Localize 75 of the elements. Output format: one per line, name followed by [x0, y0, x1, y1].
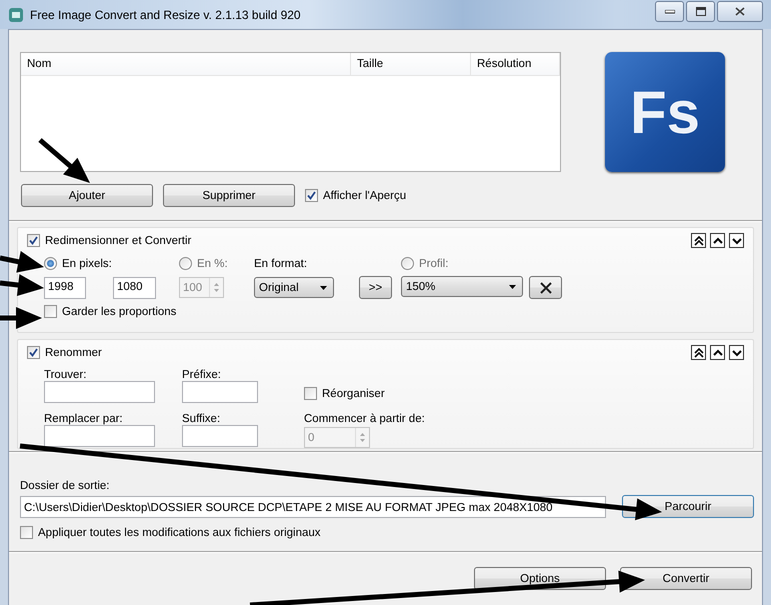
field-label: Trouver: [44, 368, 88, 381]
chevron-up-icon [712, 236, 722, 246]
close-button[interactable] [717, 1, 763, 22]
annotation-arrow [0, 307, 42, 329]
radio-button[interactable] [44, 257, 57, 270]
list-action-button[interactable]: Ajouter [21, 184, 153, 207]
width-field[interactable]: 1998 [44, 276, 86, 298]
window-title: Free Image Convert and Resize v. 2.1.13 build 920 [30, 8, 301, 22]
double-chevron-up-icon [694, 348, 704, 358]
column-header[interactable]: Taille [351, 53, 471, 75]
radio-button[interactable] [401, 257, 414, 270]
move-down-button[interactable] [729, 345, 744, 360]
checkbox[interactable] [27, 346, 40, 359]
maximize-button[interactable] [686, 1, 715, 22]
app-icon [8, 6, 24, 22]
chevron-down-icon [732, 348, 742, 358]
checkbox[interactable] [44, 305, 57, 318]
column-header[interactable]: Résolution [471, 53, 560, 75]
move-down-button[interactable] [729, 233, 744, 248]
dropdown-arrow-icon [320, 286, 327, 290]
radio-label: En pixels: [62, 258, 112, 270]
move-up-button[interactable] [710, 233, 725, 248]
chevron-up-icon [712, 348, 722, 358]
field-label: Préfixe: [182, 368, 222, 381]
radio-button[interactable] [179, 257, 192, 270]
list-action-button[interactable]: Supprimer [163, 184, 295, 207]
checkbox[interactable] [27, 234, 40, 247]
replace-field[interactable] [44, 425, 155, 447]
move-up-button[interactable] [710, 345, 725, 360]
suffix-field[interactable] [182, 425, 258, 447]
spin-up-icon [214, 283, 219, 286]
radio-label: Profil: [419, 258, 448, 270]
find-field[interactable] [44, 381, 155, 403]
spin-down-icon [360, 439, 365, 442]
collapse-button[interactable] [691, 233, 706, 248]
spin-down-icon [214, 289, 219, 292]
collapse-button[interactable] [691, 345, 706, 360]
field-label: En format: [254, 258, 308, 270]
checkbox-label: Garder les proportions [62, 306, 176, 318]
chevron-down-icon [732, 236, 742, 246]
annotation-arrow [38, 138, 90, 183]
apply-profile-button[interactable]: >> [359, 276, 392, 299]
file-list[interactable]: Nom Taille Résolution [20, 52, 561, 172]
field-label: Dossier de sortie: [20, 480, 110, 492]
app-logo: Fs [605, 52, 725, 172]
checkbox[interactable] [20, 526, 33, 539]
dropdown-arrow-icon [509, 284, 516, 288]
checkbox-label: Appliquer toutes les modifications aux fichiers originaux [38, 526, 321, 538]
prefix-field[interactable] [182, 381, 258, 403]
output-folder-field[interactable]: C:\Users\Didier\Desktop\DOSSIER SOURCE DCP\ETAPE 2 MISE AU FORMAT JPEG max 2048X1080 [20, 496, 606, 518]
field-label: Commencer à partir de: [304, 412, 426, 425]
field-label: Remplacer par: [44, 412, 124, 425]
section-title: Redimensionner et Convertir [45, 234, 192, 246]
annotation-arrow [0, 274, 44, 296]
checkbox[interactable] [305, 189, 318, 202]
radio-label: En %: [197, 258, 228, 270]
spin-up-icon [360, 433, 365, 436]
minimize-icon [664, 10, 674, 14]
close-icon [540, 282, 552, 294]
checkbox-label: Réorganiser [322, 388, 385, 400]
height-field[interactable]: 1080 [113, 276, 156, 298]
footer-button[interactable]: Convertir [620, 567, 752, 590]
field-label: Suffixe: [182, 412, 222, 425]
minimize-button[interactable] [655, 1, 684, 22]
section-title: Renommer [45, 346, 102, 358]
profile-dropdown[interactable]: 150% [401, 276, 523, 297]
format-dropdown[interactable]: Original [254, 277, 334, 298]
maximize-icon [696, 7, 706, 16]
checkbox-label: Afficher l'Aperçu [323, 190, 406, 202]
checkbox[interactable] [304, 387, 317, 400]
clear-button[interactable] [529, 276, 562, 299]
double-chevron-up-icon [694, 236, 704, 246]
column-header[interactable]: Nom [21, 53, 351, 75]
annotation-arrow [0, 251, 44, 273]
close-icon [735, 7, 745, 16]
